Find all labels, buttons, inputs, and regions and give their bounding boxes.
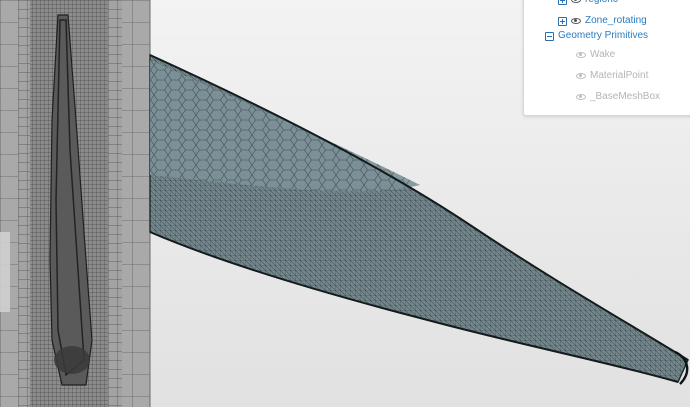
eye-icon[interactable] xyxy=(576,94,586,100)
tree-item-basemeshbox[interactable]: _BaseMeshBox xyxy=(576,90,660,104)
eye-icon[interactable] xyxy=(576,73,586,79)
model-tree-panel: region0 Zone_rotating Geometry Primitive… xyxy=(523,0,690,116)
collapse-minus-icon[interactable] xyxy=(545,31,554,41)
tree-item-zone-rotating[interactable]: Zone_rotating xyxy=(558,14,647,28)
tree-item-materialpoint[interactable]: MaterialPoint xyxy=(576,69,648,83)
tree-item-label: MaterialPoint xyxy=(590,70,649,81)
tree-item-wake[interactable]: Wake xyxy=(576,48,615,62)
volume-mesh-slice[interactable] xyxy=(0,0,151,407)
tree-item-label: Wake xyxy=(590,49,616,60)
eye-icon[interactable] xyxy=(576,52,586,58)
tree-item-label: region0 xyxy=(585,0,618,7)
tree-item-region0[interactable]: region0 xyxy=(558,0,618,7)
tree-item-geometry-primitives[interactable]: Geometry Primitives xyxy=(545,29,648,43)
expand-plus-icon[interactable] xyxy=(558,0,567,5)
tree-item-label: Zone_rotating xyxy=(585,15,647,26)
eye-icon[interactable] xyxy=(571,0,581,3)
tree-item-label: _BaseMeshBox xyxy=(590,91,661,102)
expand-plus-icon[interactable] xyxy=(558,16,567,26)
tree-item-label: Geometry Primitives xyxy=(558,30,649,41)
eye-icon[interactable] xyxy=(571,18,581,24)
